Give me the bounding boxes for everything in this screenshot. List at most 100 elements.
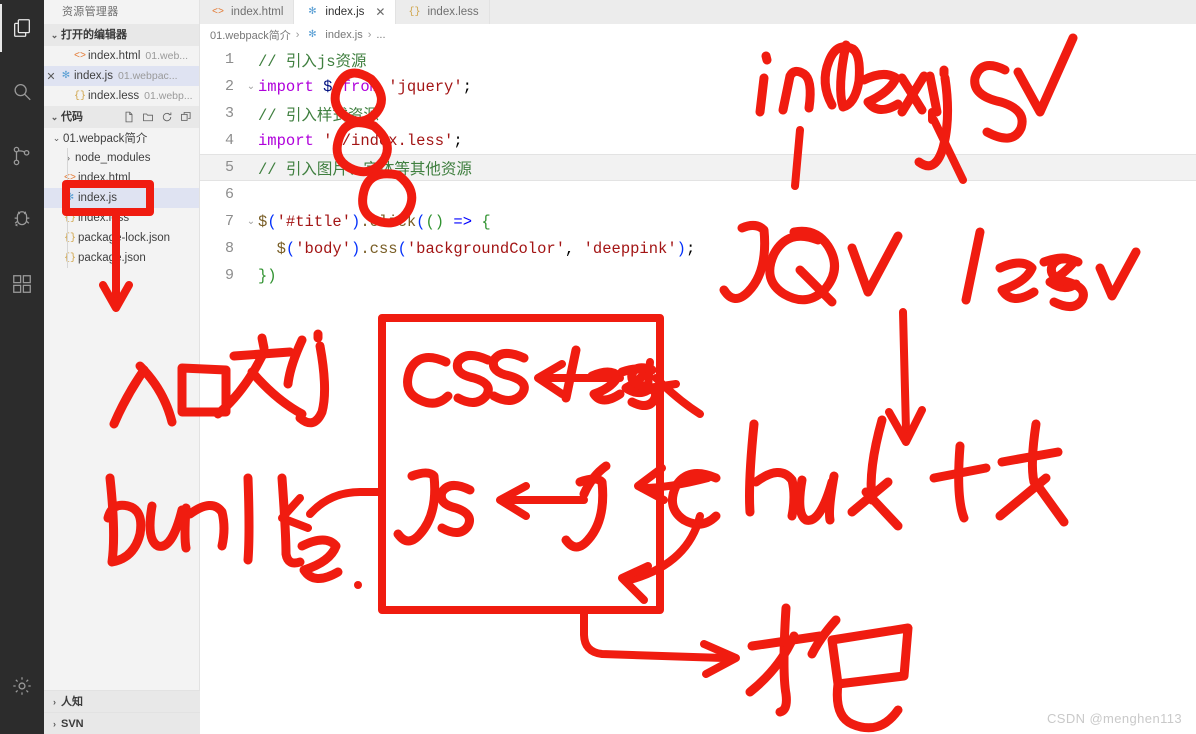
chevron-right-icon: ›	[53, 718, 56, 729]
code-token: ;	[462, 77, 472, 96]
code-editor[interactable]: 1 // 引入js资源 2 ⌄ import $ from 'jquery'; …	[200, 46, 1196, 734]
code-token: '#title'	[276, 212, 352, 231]
code-token: 'backgroundColor'	[406, 239, 566, 258]
tree-file-index-less[interactable]: {} index.less	[44, 208, 199, 228]
new-folder-icon[interactable]	[141, 110, 155, 124]
breadcrumb-separator: ›	[295, 29, 300, 41]
chevron-right-icon: ›	[53, 696, 56, 707]
code-text: })	[258, 266, 277, 285]
code-token: 'deeppink'	[583, 239, 677, 258]
breadcrumb-part-more[interactable]: ...	[376, 29, 385, 41]
tree-file-index-html[interactable]: <> index.html	[44, 168, 199, 188]
side-bar: 资源管理器 ⌄ 打开的编辑器 <> index.html 01.web... ✕…	[44, 0, 200, 734]
open-editor-index-less[interactable]: {} index.less 01.webp...	[44, 86, 199, 106]
js-file-icon: ✻	[65, 193, 75, 204]
code-line-5: 5 // 引入图片、字体等其他资源	[200, 154, 1196, 181]
code-token: ;	[453, 131, 463, 150]
code-token: (	[397, 239, 407, 258]
js-file-icon: ✻	[308, 30, 317, 41]
tree-folder-webpack[interactable]: ⌄ 01.webpack简介	[44, 128, 199, 148]
code-token: import	[258, 77, 314, 96]
code-token: )	[351, 212, 361, 231]
tree-folder-node-modules[interactable]: › node_modules	[44, 148, 199, 168]
activity-bar	[0, 0, 44, 734]
code-token: from	[341, 77, 379, 96]
search-icon[interactable]	[0, 68, 44, 116]
breadcrumb-part-project[interactable]: 01.webpack简介	[210, 27, 291, 43]
chevron-down-icon: ⌄	[50, 30, 59, 40]
open-editor-path: 01.web...	[145, 50, 189, 62]
html-file-icon: <>	[73, 50, 86, 62]
line-number: 9	[224, 267, 234, 284]
line-number: 4	[224, 132, 234, 149]
chevron-right-icon: ›	[67, 153, 70, 163]
tab-index-less[interactable]: {} index.less	[396, 0, 490, 24]
tree-label: index.html	[78, 172, 131, 184]
open-editor-name: index.js	[74, 70, 113, 82]
watermark: CSDN @menghen113	[1047, 711, 1182, 726]
less-file-icon: {}	[408, 6, 421, 18]
vscode-window: 资源管理器 ⌄ 打开的编辑器 <> index.html 01.web... ✕…	[0, 0, 1196, 734]
code-token: $	[313, 77, 342, 96]
code-token: ;	[685, 239, 696, 258]
tab-index-html[interactable]: <> index.html	[200, 0, 295, 24]
settings-gear-icon[interactable]	[0, 662, 44, 710]
chevron-down-icon: ⌄	[52, 132, 61, 143]
code-line-4: 4 import './index.less';	[200, 127, 1196, 154]
code-token: =>	[444, 212, 482, 231]
breadcrumb-part-file[interactable]: index.js	[325, 29, 362, 41]
tree-label: package-lock.json	[78, 232, 171, 244]
breadcrumb: 01.webpack简介 › ✻ index.js › ...	[200, 24, 1196, 46]
close-icon[interactable]: ✕	[375, 5, 385, 19]
run-debug-icon[interactable]	[0, 196, 44, 244]
code-token: )	[351, 239, 361, 258]
code-line-8: 8 $('body').css('backgroundColor', 'deep…	[200, 235, 1196, 262]
code-text: // 引入图片、字体等其他资源	[258, 160, 472, 179]
code-line-1: 1 // 引入js资源	[200, 46, 1196, 73]
code-token: (	[267, 212, 277, 231]
tree-file-index-js[interactable]: ✻ index.js	[44, 188, 199, 208]
code-token: .click	[360, 212, 417, 231]
json-file-icon: {}	[63, 252, 76, 264]
code-line-6: 6	[200, 181, 1196, 208]
collapse-all-icon[interactable]	[179, 110, 193, 124]
chevron-down-icon: ⌄	[50, 112, 59, 122]
open-editor-index-html[interactable]: <> index.html 01.web...	[44, 46, 199, 66]
section-outline[interactable]: › 人知	[44, 690, 200, 712]
close-icon[interactable]: ✕	[44, 70, 58, 83]
open-editor-path: 01.webp...	[144, 90, 193, 102]
less-file-icon: {}	[63, 212, 76, 224]
tab-label: index.less	[427, 6, 479, 18]
editor-area: <> index.html ✻ index.js ✕ {} index.less…	[200, 0, 1196, 734]
tree-file-package-lock-json[interactable]: {} package-lock.json	[44, 228, 199, 248]
tab-label: index.js	[325, 6, 365, 18]
explorer-icon[interactable]	[0, 4, 44, 52]
tree-label: node_modules	[75, 152, 151, 164]
tree-file-package-json[interactable]: {} package.json	[44, 248, 199, 268]
new-file-icon[interactable]	[122, 110, 136, 124]
fold-marker[interactable]: ⌄	[244, 216, 258, 228]
open-editor-index-js[interactable]: ✕ ✻ index.js 01.webpac...	[44, 66, 199, 86]
code-token: $	[258, 239, 286, 258]
tree-label: index.less	[78, 212, 130, 224]
section-svn[interactable]: › SVN	[44, 712, 200, 734]
refresh-icon[interactable]	[160, 110, 174, 124]
less-file-icon: {}	[73, 90, 86, 102]
code-line-9: 9 })	[200, 262, 1196, 289]
source-control-icon[interactable]	[0, 132, 44, 180]
sidebar-bottom-sections: › 人知 › SVN	[44, 690, 200, 734]
tab-index-js[interactable]: ✻ index.js ✕	[294, 0, 397, 24]
open-editors-header[interactable]: ⌄ 打开的编辑器	[44, 24, 199, 46]
section-label: 人知	[61, 695, 83, 708]
fold-marker[interactable]: ⌄	[244, 81, 258, 93]
open-editor-path: 01.webpac...	[118, 70, 178, 82]
code-line-3: 3 // 引入样式资源	[200, 100, 1196, 127]
line-number: 1	[224, 51, 234, 68]
tree-label: 01.webpack简介	[63, 133, 148, 145]
workspace-header[interactable]: ⌄ 代码	[44, 106, 199, 128]
code-token: 'body'	[295, 239, 352, 258]
open-editor-name: index.less	[88, 90, 140, 102]
code-line-2: 2 ⌄ import $ from 'jquery';	[200, 73, 1196, 100]
code-token: './index.less'	[313, 131, 454, 150]
extensions-icon[interactable]	[0, 260, 44, 308]
